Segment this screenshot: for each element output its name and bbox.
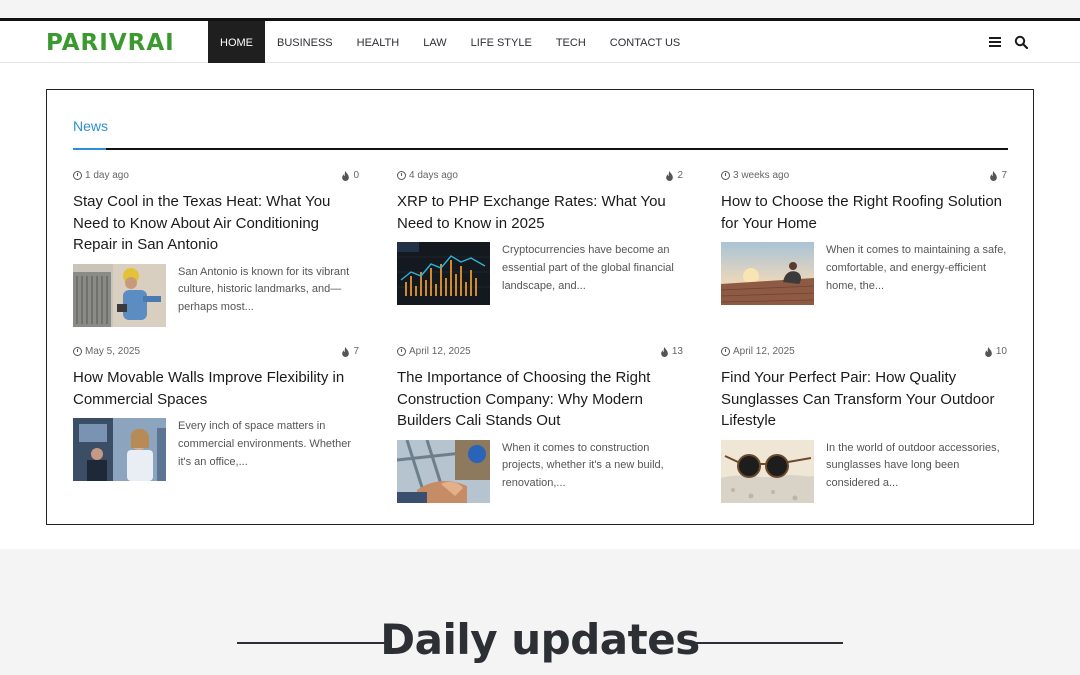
article-thumbnail[interactable] (73, 418, 166, 481)
article-thumbnail[interactable] (397, 242, 490, 305)
article-meta: 1 day ago 0 (73, 170, 359, 184)
article-thumbnail[interactable] (721, 439, 814, 503)
article-date: 1 day ago (73, 170, 129, 181)
article-thumbnail[interactable] (73, 263, 166, 327)
article-body: Cryptocurrencies have become an essentia… (397, 242, 683, 308)
article-views: 13 (660, 346, 683, 357)
nav-item-home[interactable]: HOME (208, 21, 265, 66)
daily-updates-section: Daily updates (0, 615, 1080, 664)
flame-icon (342, 346, 350, 357)
flame-icon (666, 170, 674, 181)
article-excerpt: When it comes to construction projects, … (502, 441, 664, 490)
article-body: San Antonio is known for its vibrant cul… (73, 263, 359, 330)
clock-icon (721, 171, 730, 180)
article-views: 0 (341, 170, 359, 181)
article-date: 4 days ago (397, 170, 458, 181)
header-actions (988, 35, 1028, 49)
article-date: 3 weeks ago (721, 170, 789, 181)
article-excerpt: San Antonio is known for its vibrant cul… (178, 265, 350, 314)
article-meta: April 12, 2025 13 (397, 346, 683, 360)
clock-icon (397, 171, 406, 180)
article-title[interactable]: The Importance of Choosing the Right Con… (397, 367, 683, 432)
nav-item-law[interactable]: LAW (411, 21, 458, 66)
article-views: 7 (989, 170, 1007, 181)
flame-icon (990, 170, 998, 181)
article-excerpt: In the world of outdoor accessories, sun… (826, 441, 1000, 490)
daily-title-left-line (237, 642, 385, 644)
daily-updates-title: Daily updates (380, 615, 700, 664)
article-title[interactable]: Find Your Perfect Pair: How Quality Sung… (721, 367, 1007, 432)
top-strip (0, 0, 1080, 18)
article-meta: 3 weeks ago 7 (721, 170, 1007, 184)
article-title[interactable]: XRP to PHP Exchange Rates: What You Need… (397, 191, 683, 234)
daily-title-right-line (695, 642, 843, 644)
flame-icon (985, 346, 992, 357)
article-views: 10 (984, 346, 1007, 357)
news-block-title[interactable]: News (73, 118, 108, 134)
article-meta: April 12, 2025 10 (721, 346, 1007, 360)
news-block: News 1 day ago 0 Stay Cool in the Texas … (46, 89, 1034, 525)
article-card: 4 days ago 2 XRP to PHP Exchange Rates: … (397, 170, 683, 308)
flame-icon (342, 170, 350, 181)
article-date: April 12, 2025 (721, 346, 795, 357)
article-card: April 12, 2025 13 The Importance of Choo… (397, 346, 683, 506)
article-excerpt: Cryptocurrencies have become an essentia… (502, 244, 674, 292)
article-meta: 4 days ago 2 (397, 170, 683, 184)
article-title[interactable]: How to Choose the Right Roofing Solution… (721, 191, 1007, 234)
article-thumbnail[interactable] (397, 439, 490, 503)
title-accent (73, 148, 106, 150)
search-icon[interactable] (1014, 35, 1028, 49)
article-views: 2 (665, 170, 683, 181)
article-meta: May 5, 2025 7 (73, 346, 359, 360)
article-body: When it comes to maintaining a safe, com… (721, 242, 1007, 308)
article-thumbnail[interactable] (721, 242, 814, 305)
nav-item-business[interactable]: BUSINESS (265, 21, 345, 66)
title-divider (73, 148, 1008, 150)
article-title[interactable]: Stay Cool in the Texas Heat: What You Ne… (73, 191, 359, 256)
site-logo[interactable]: PARIVRAI (46, 30, 175, 56)
article-body: Every inch of space matters in commercia… (73, 418, 359, 484)
clock-icon (73, 347, 82, 356)
clock-icon (397, 347, 406, 356)
article-card: April 12, 2025 10 Find Your Perfect Pair… (721, 346, 1007, 506)
article-card: 3 weeks ago 7 How to Choose the Right Ro… (721, 170, 1007, 308)
clock-icon (721, 347, 730, 356)
article-card: 1 day ago 0 Stay Cool in the Texas Heat:… (73, 170, 359, 330)
main-nav: HOME BUSINESS HEALTH LAW LIFE STYLE TECH… (208, 21, 692, 66)
article-date: May 5, 2025 (73, 346, 140, 357)
flame-icon (661, 346, 668, 357)
article-body: In the world of outdoor accessories, sun… (721, 439, 1007, 506)
article-views: 7 (341, 346, 359, 357)
article-card: May 5, 2025 7 How Movable Walls Improve … (73, 346, 359, 484)
menu-icon[interactable] (988, 35, 1002, 49)
article-excerpt: When it comes to maintaining a safe, com… (826, 244, 1007, 292)
nav-item-life-style[interactable]: LIFE STYLE (459, 21, 544, 66)
nav-item-contact-us[interactable]: CONTACT US (598, 21, 693, 66)
article-excerpt: Every inch of space matters in commercia… (178, 420, 352, 468)
article-date: April 12, 2025 (397, 346, 471, 357)
nav-item-health[interactable]: HEALTH (345, 21, 412, 66)
clock-icon (73, 171, 82, 180)
article-title[interactable]: How Movable Walls Improve Flexibility in… (73, 367, 359, 410)
nav-item-tech[interactable]: TECH (544, 21, 598, 66)
article-body: When it comes to construction projects, … (397, 439, 683, 506)
site-header: PARIVRAI HOME BUSINESS HEALTH LAW LIFE S… (0, 18, 1080, 66)
